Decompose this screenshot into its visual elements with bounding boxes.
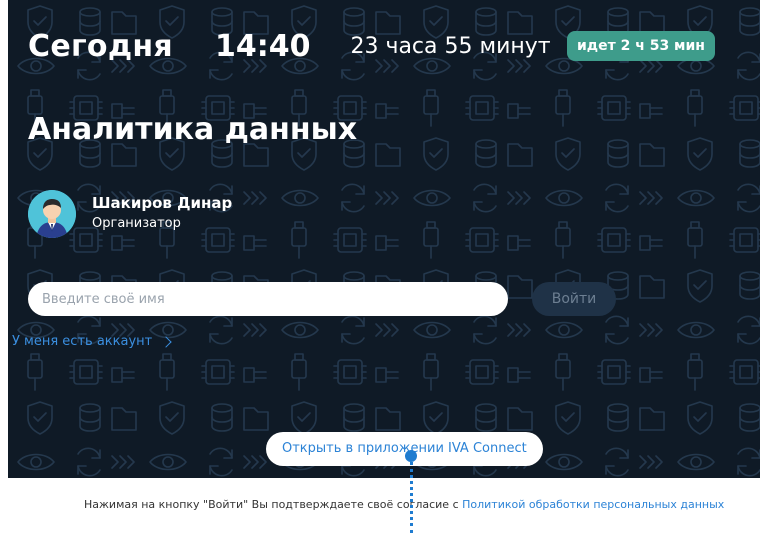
- organizer-name: Шакиров Динар: [92, 194, 233, 212]
- consent-text: Нажимая на кнопку "Войти" Вы подтверждае…: [84, 498, 724, 511]
- organizer-block: Шакиров Динар Организатор: [28, 190, 232, 238]
- chevron-right-icon: [160, 335, 172, 348]
- have-account-label: У меня есть аккаунт: [12, 334, 153, 349]
- open-in-app-button[interactable]: Открыть в приложении IVA Connect: [266, 432, 543, 466]
- security-pattern-icons: [8, 0, 760, 478]
- date-time-row: Сегодня 14:40 23 часа 55 минут: [28, 24, 551, 68]
- today-label: Сегодня: [28, 28, 173, 64]
- meeting-hero-panel: Сегодня 14:40 23 часа 55 минут идет 2 ч …: [8, 0, 760, 478]
- person-avatar-icon: [28, 190, 76, 238]
- have-account-link[interactable]: У меня есть аккаунт: [12, 334, 172, 349]
- organizer-text: Шакиров Динар Организатор: [92, 193, 232, 235]
- login-button[interactable]: Войти: [532, 282, 616, 316]
- page-title: Аналитика данных: [28, 112, 358, 147]
- privacy-policy-link[interactable]: Политикой обработки персональных данных: [462, 498, 724, 511]
- page: Сегодня 14:40 23 часа 55 минут идет 2 ч …: [0, 0, 762, 533]
- consent-statement: Нажимая на кнопку "Войти" Вы подтверждае…: [84, 498, 463, 511]
- organizer-role: Организатор: [92, 216, 181, 231]
- pointer-marker-dot: [405, 450, 417, 462]
- name-input[interactable]: [28, 282, 508, 316]
- meeting-time: 14:40: [214, 28, 311, 64]
- pointer-marker-line: [409, 462, 413, 533]
- status-badge: идет 2 ч 53 мин: [567, 31, 715, 61]
- time-remaining: 23 часа 55 минут: [350, 33, 551, 59]
